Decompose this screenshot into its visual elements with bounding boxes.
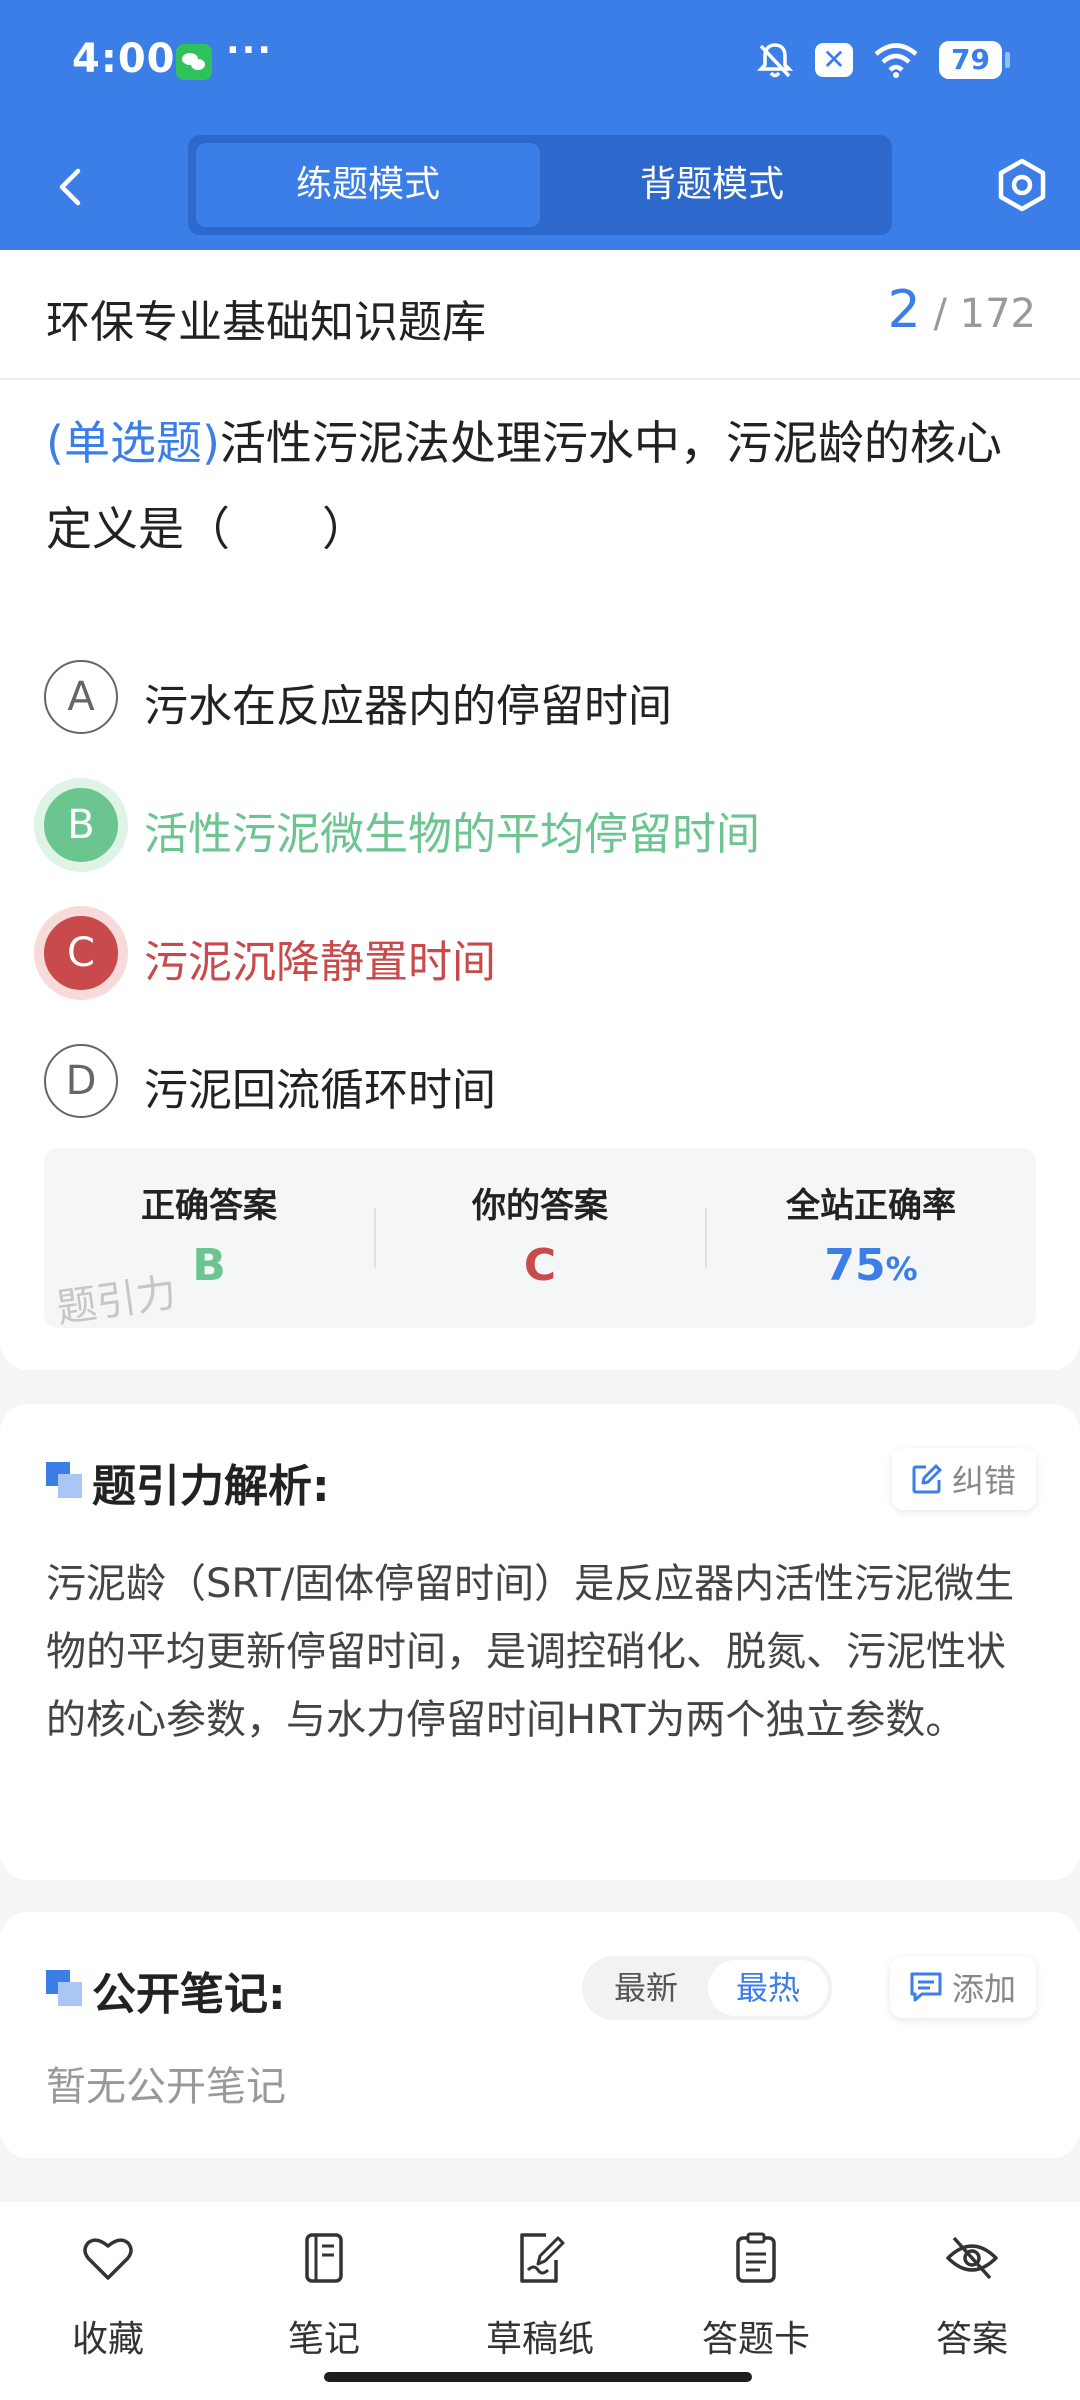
option-letter: C xyxy=(44,916,118,990)
back-button[interactable] xyxy=(40,155,104,219)
stat-rate: 全站正确率 75% xyxy=(706,1148,1036,1328)
home-indicator[interactable] xyxy=(324,2372,752,2382)
rate-number: 75 xyxy=(824,1240,886,1291)
analysis-card: 题引力解析: 纠错 污泥龄（SRT/固体停留时间）是反应器内活性污泥微生物的平均… xyxy=(0,1404,1080,1880)
comment-icon xyxy=(910,1972,942,2002)
option-text: 污泥回流循环时间 xyxy=(144,1065,496,1116)
section-icon xyxy=(46,1462,82,1498)
correct-rate-value: 75% xyxy=(706,1240,1036,1291)
option-d[interactable]: D 污泥回流循环时间 xyxy=(44,1040,1034,1124)
status-bar: 4:00 ··· ✕ 79 xyxy=(0,0,1080,125)
notes-button[interactable]: 笔记 xyxy=(234,2224,414,2364)
option-text: 活性污泥微生物的平均停留时间 xyxy=(144,809,760,860)
sort-hot[interactable]: 最热 xyxy=(708,1960,828,2016)
question-card: 环保专业基础知识题库 2 / 172 (单选题)活性污泥法处理污水中，污泥龄的核… xyxy=(0,250,1080,1370)
error-report-label: 纠错 xyxy=(951,1462,1016,1500)
stat-label: 正确答案 xyxy=(141,1186,277,1226)
question-text: (单选题)活性污泥法处理污水中，污泥龄的核心定义是（ ） xyxy=(46,400,1040,572)
option-c[interactable]: C 污泥沉降静置时间 xyxy=(44,912,1034,996)
tab-practice-mode[interactable]: 练题模式 xyxy=(196,143,540,227)
draft-paper-label: 草稿纸 xyxy=(485,2319,594,2360)
notebook-icon xyxy=(305,2233,343,2283)
mode-switch: 练题模式 背题模式 xyxy=(188,135,892,235)
question-progress: 2 / 172 xyxy=(888,280,1036,340)
add-note-label: 添加 xyxy=(951,1970,1016,2008)
option-letter: D xyxy=(44,1044,118,1118)
add-note-button[interactable]: 添加 xyxy=(889,1956,1036,2018)
option-b[interactable]: B 活性污泥微生物的平均停留时间 xyxy=(44,784,1034,868)
bottom-toolbar: 收藏 笔记 草稿纸 答题卡 答案 xyxy=(0,2202,1080,2400)
draft-paper-icon xyxy=(520,2233,565,2283)
progress-separator: / xyxy=(933,291,947,337)
wifi-icon xyxy=(874,43,918,78)
answer-sheet-label: 答题卡 xyxy=(701,2319,810,2360)
nav-bar: 练题模式 背题模式 xyxy=(0,125,1080,250)
answer-stats: 正确答案 B 你的答案 C 全站正确率 75% 题引力 xyxy=(44,1148,1036,1332)
answer-sheet-button[interactable]: 答题卡 xyxy=(666,2224,846,2364)
favorite-button[interactable]: 收藏 xyxy=(18,2224,198,2364)
notes-title: 公开笔记: xyxy=(92,1969,286,2020)
show-answer-label: 答案 xyxy=(935,2319,1008,2360)
your-answer-value: C xyxy=(523,1240,557,1291)
public-notes-card: 公开笔记: 最新 最热 添加 暂无公开笔记 xyxy=(0,1912,1080,2158)
stat-label: 你的答案 xyxy=(472,1186,608,1226)
analysis-text: 污泥龄（SRT/固体停留时间）是反应器内活性污泥微生物的平均更新停留时间，是调控… xyxy=(46,1561,1015,1743)
error-report-button[interactable]: 纠错 xyxy=(891,1448,1036,1510)
settings-button[interactable] xyxy=(990,153,1054,217)
stat-label: 全站正确率 xyxy=(786,1186,956,1226)
close-box-icon: ✕ xyxy=(815,43,854,77)
eye-off-icon xyxy=(946,2236,998,2280)
battery-indicator: 79 xyxy=(939,41,1010,79)
edit-icon xyxy=(912,1464,942,1494)
status-time: 4:00 xyxy=(72,36,176,82)
heart-icon xyxy=(83,2238,133,2280)
more-notifications-icon: ··· xyxy=(226,30,274,71)
section-icon xyxy=(46,1970,82,2006)
chevron-left-icon xyxy=(59,168,81,206)
option-text: 污水在反应器内的停留时间 xyxy=(144,681,672,732)
status-icons: ✕ 79 xyxy=(755,40,1010,80)
notes-label: 笔记 xyxy=(287,2319,360,2360)
analysis-title: 题引力解析: xyxy=(92,1461,330,1512)
question-type: (单选题) xyxy=(46,416,220,470)
stat-yours: 你的答案 C xyxy=(375,1148,705,1328)
sort-toggle: 最新 最热 xyxy=(582,1956,832,2020)
option-letter: A xyxy=(44,660,118,734)
answer-sheet-icon xyxy=(736,2232,776,2283)
option-letter: B xyxy=(44,788,118,862)
tab-memorize-mode[interactable]: 背题模式 xyxy=(540,143,884,227)
progress-total: 172 xyxy=(959,291,1036,337)
favorite-label: 收藏 xyxy=(71,2319,144,2360)
bank-row: 环保专业基础知识题库 2 / 172 xyxy=(0,250,1080,380)
settings-hexagon-icon xyxy=(998,158,1046,212)
sort-latest[interactable]: 最新 xyxy=(586,1960,706,2016)
draft-paper-button[interactable]: 草稿纸 xyxy=(450,2224,630,2364)
wechat-icon xyxy=(176,44,212,80)
empty-notes-text: 暂无公开笔记 xyxy=(46,2064,286,2110)
bell-off-icon xyxy=(756,43,794,78)
show-answer-button[interactable]: 答案 xyxy=(882,2224,1062,2364)
option-a[interactable]: A 污水在反应器内的停留时间 xyxy=(44,656,1034,740)
rate-unit: % xyxy=(885,1250,918,1288)
header: 4:00 ··· ✕ 79 练题模式 背题模式 xyxy=(0,0,1080,250)
progress-current: 2 xyxy=(887,280,921,340)
bank-title: 环保专业基础知识题库 xyxy=(46,297,486,348)
option-text: 污泥沉降静置时间 xyxy=(144,937,496,988)
